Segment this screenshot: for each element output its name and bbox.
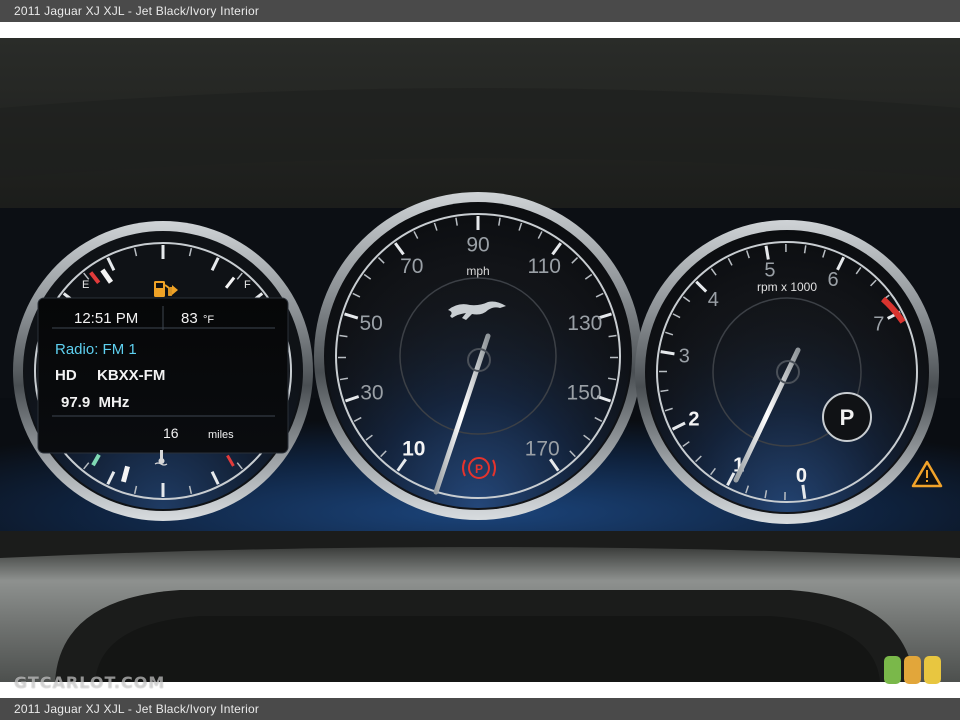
dial-label: 70 <box>400 255 423 278</box>
gear-indicator: P <box>840 405 855 430</box>
watermark-lights-logo <box>884 656 941 684</box>
dial-label: 90 <box>466 234 489 257</box>
dial-label: 150 <box>567 382 602 405</box>
speed-unit-label: mph <box>466 264 489 278</box>
radio-source-label: Radio: FM 1 <box>55 341 137 358</box>
fuel-empty-label: E <box>82 279 89 291</box>
station-name: KBXX-FM <box>97 367 165 384</box>
dial-label: 3 <box>679 346 690 368</box>
station-frequency: 97.9 MHz <box>61 394 129 411</box>
dial-label: 170 <box>525 437 560 460</box>
dial-label: 30 <box>360 382 383 405</box>
temperature-unit: °F <box>203 314 214 326</box>
watermark-light-orange <box>904 656 921 684</box>
dial-label: 5 <box>764 260 775 282</box>
trip-range-unit: miles <box>208 429 234 441</box>
parking-brake-letter: P <box>475 462 483 476</box>
rpm-unit-label: rpm x 1000 <box>757 280 817 294</box>
photo-caption-bottom: 2011 Jaguar XJ XJL - Jet Black/Ivory Int… <box>0 698 960 720</box>
dial-label: 0 <box>796 465 807 487</box>
fuel-full-label: F <box>244 279 251 291</box>
dial-label: 6 <box>827 269 838 291</box>
dial-label: 10 <box>402 437 425 460</box>
dial-label: 130 <box>567 312 602 335</box>
dial-label: 110 <box>527 255 560 278</box>
dial-label: 50 <box>360 312 383 335</box>
clock-time: 12:51 PM <box>74 310 138 327</box>
outside-temperature: 83 <box>181 310 198 327</box>
dial-label: 4 <box>708 289 719 311</box>
tachometer: 012345 67 rpm x 1000 P <box>635 220 939 524</box>
left-info-gauge: E F 12:51 PM 83 °F Radio: FM 1 HD KBXX-F… <box>13 221 313 521</box>
dial-label: 7 <box>873 313 884 335</box>
dial-label: 2 <box>688 409 699 431</box>
gtcarlot-watermark: GTCARLOT.COM <box>14 673 166 692</box>
hd-radio-label: HD <box>55 367 77 384</box>
watermark-light-green <box>884 656 901 684</box>
speedometer: 10 30 50 70 90 110 130 150 170 mph P <box>314 192 642 520</box>
dashboard-photo: E F 12:51 PM 83 °F Radio: FM 1 HD KBXX-F… <box>0 38 960 682</box>
watermark-light-yellow <box>924 656 941 684</box>
trip-range-value: 16 <box>163 425 179 441</box>
photo-caption-top: 2011 Jaguar XJ XJL - Jet Black/Ivory Int… <box>0 0 960 22</box>
